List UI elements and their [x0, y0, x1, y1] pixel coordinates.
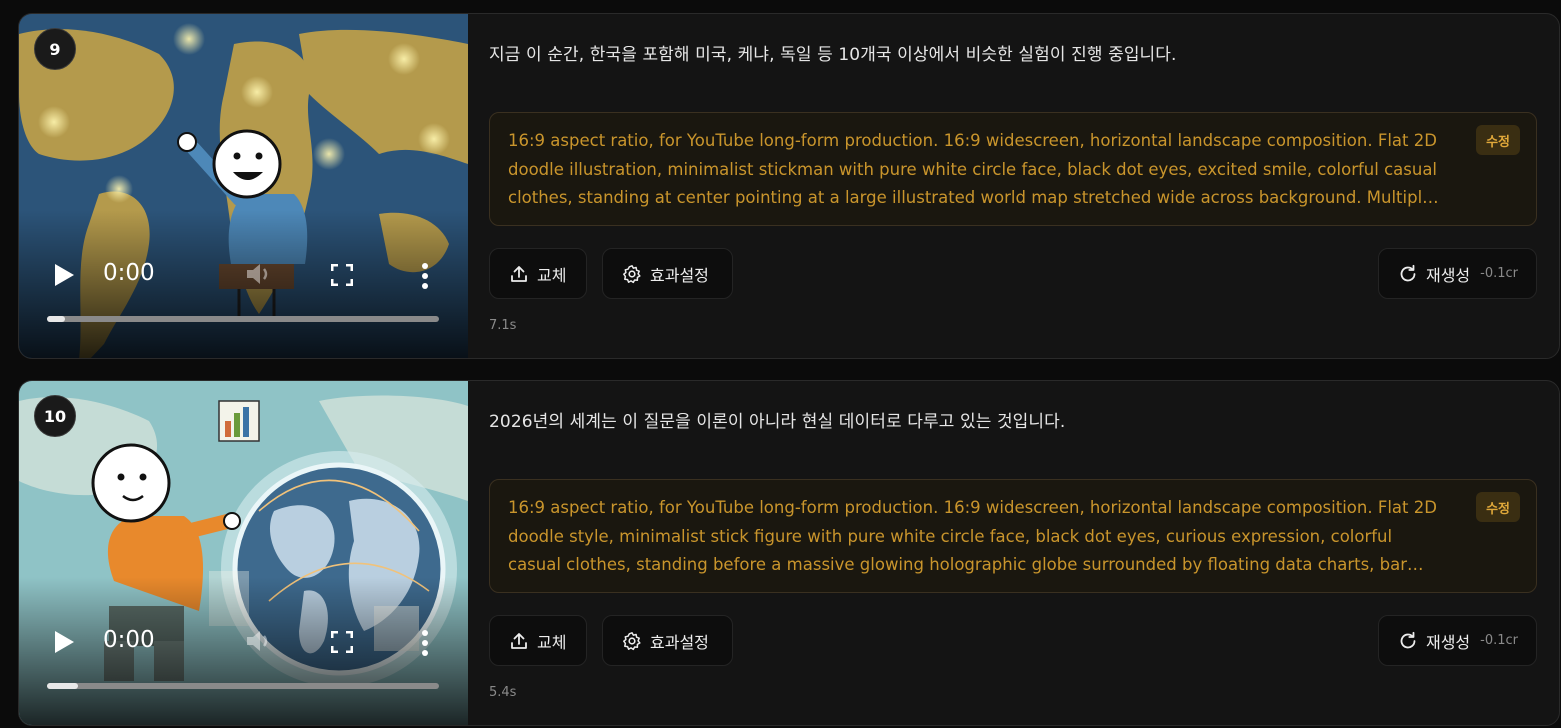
scene-body: 지금 이 순간, 한국을 포함해 미국, 케냐, 독일 등 10개국 이상에서 …: [489, 14, 1559, 358]
video-progress-bar[interactable]: [47, 316, 439, 322]
scene-list: 9 0:00 지금 이 순간, 한국을 포함해 미국, 케냐, 독일 등 10개…: [0, 0, 1561, 728]
video-progress-fill: [47, 683, 79, 689]
image-prompt-text: 16:9 aspect ratio, for YouTube long-form…: [508, 498, 1437, 574]
volume-icon[interactable]: [245, 628, 273, 654]
scene-duration: 7.1s: [489, 318, 517, 333]
scene-card: 9 0:00 지금 이 순간, 한국을 포함해 미국, 케냐, 독일 등 10개…: [18, 13, 1560, 359]
regenerate-button[interactable]: 재생성 -0.1cr: [1378, 615, 1537, 666]
replace-button[interactable]: 교체: [489, 615, 587, 666]
credit-cost: -0.1cr: [1480, 266, 1518, 281]
play-icon[interactable]: [53, 630, 75, 654]
regenerate-label: 재생성: [1425, 265, 1471, 285]
scene-body: 2026년의 세계는 이 질문을 이론이 아니라 현실 데이터로 다루고 있는 …: [489, 381, 1559, 725]
scene-card: 10 0:00 2026년의 세계는 이 질문을 이론이 아니라 현실 데이터로…: [18, 380, 1560, 726]
more-vertical-icon[interactable]: [419, 263, 431, 289]
volume-icon[interactable]: [245, 261, 273, 287]
scene-duration: 5.4s: [489, 685, 517, 700]
more-vertical-icon[interactable]: [419, 630, 431, 656]
scene-number-badge: 10: [34, 395, 76, 437]
credit-cost: -0.1cr: [1480, 633, 1518, 648]
regenerate-button[interactable]: 재생성 -0.1cr: [1378, 248, 1537, 299]
narration-text[interactable]: 지금 이 순간, 한국을 포함해 미국, 케냐, 독일 등 10개국 이상에서 …: [489, 40, 1539, 65]
video-current-time: 0:00: [103, 260, 155, 286]
video-controls-shade: [19, 577, 468, 725]
edit-prompt-button[interactable]: 수정: [1476, 492, 1520, 522]
refresh-icon: [1400, 264, 1416, 281]
video-progress-bar[interactable]: [47, 683, 439, 689]
refresh-icon: [1400, 631, 1416, 648]
regenerate-label: 재생성: [1425, 632, 1471, 652]
effect-settings-button[interactable]: 효과설정: [602, 248, 733, 299]
fullscreen-icon[interactable]: [331, 631, 353, 653]
effect-settings-label: 효과설정: [650, 265, 709, 285]
video-controls-shade: [19, 210, 468, 358]
replace-button-label: 교체: [537, 265, 567, 285]
narration-text[interactable]: 2026년의 세계는 이 질문을 이론이 아니라 현실 데이터로 다루고 있는 …: [489, 407, 1539, 432]
play-icon[interactable]: [53, 263, 75, 287]
effect-settings-label: 효과설정: [650, 632, 709, 652]
replace-button-label: 교체: [537, 632, 567, 652]
edit-prompt-button[interactable]: 수정: [1476, 125, 1520, 155]
image-prompt-box[interactable]: 16:9 aspect ratio, for YouTube long-form…: [489, 479, 1537, 593]
gear-icon: [623, 264, 641, 283]
effect-settings-button[interactable]: 효과설정: [602, 615, 733, 666]
video-player[interactable]: 10 0:00: [19, 381, 468, 725]
gear-icon: [623, 631, 641, 650]
upload-icon: [511, 632, 527, 649]
scene-number-badge: 9: [34, 28, 76, 70]
video-progress-fill: [47, 316, 65, 322]
image-prompt-text: 16:9 aspect ratio, for YouTube long-form…: [508, 131, 1438, 207]
image-prompt-box[interactable]: 16:9 aspect ratio, for YouTube long-form…: [489, 112, 1537, 226]
upload-icon: [511, 265, 527, 282]
fullscreen-icon[interactable]: [331, 264, 353, 286]
video-player[interactable]: 9 0:00: [19, 14, 468, 358]
video-current-time: 0:00: [103, 627, 155, 653]
replace-button[interactable]: 교체: [489, 248, 587, 299]
